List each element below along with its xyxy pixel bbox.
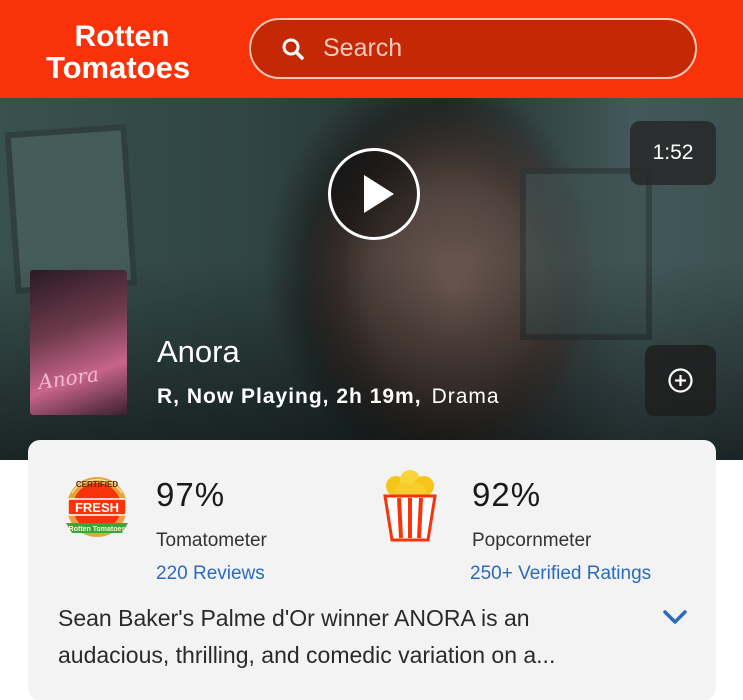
tomatometer-reviews-link[interactable]: 220 Reviews <box>156 563 265 585</box>
play-trailer-button[interactable] <box>328 148 420 240</box>
tomatometer-label: Tomatometer <box>156 530 267 551</box>
certified-fresh-icon: CERTIFIED FRESH Rotten Tomatoes <box>66 477 128 537</box>
search-input[interactable] <box>323 34 663 63</box>
movie-genre[interactable]: Drama <box>432 385 500 408</box>
movie-poster[interactable]: Anora <box>30 270 127 415</box>
add-circle-icon <box>668 368 693 393</box>
movie-meta: R, Now Playing, 2h 19m, Drama <box>157 385 500 409</box>
movie-title: Anora <box>157 334 240 369</box>
trailer-duration: 1:52 <box>630 121 716 185</box>
synopsis-line: audacious, thrilling, and comedic variat… <box>58 642 556 668</box>
search-icon <box>282 38 304 60</box>
svg-text:FRESH: FRESH <box>75 500 119 515</box>
tomatometer-score: 97% <box>156 476 226 513</box>
svg-text:CERTIFIED: CERTIFIED <box>76 480 118 489</box>
popcornmeter-score: 92% <box>472 476 542 513</box>
search-bar[interactable] <box>249 18 697 79</box>
add-to-watchlist-button[interactable] <box>645 345 716 416</box>
svg-text:Rotten Tomatoes: Rotten Tomatoes <box>69 526 126 533</box>
popcorn-bucket-icon <box>383 470 437 542</box>
movie-rating-status-runtime: R, Now Playing, 2h 19m, <box>157 385 422 408</box>
play-icon <box>364 175 394 213</box>
popcornmeter-label: Popcornmeter <box>472 530 592 551</box>
svg-text:Tomatoes: Tomatoes <box>46 50 190 82</box>
synopsis-line: Sean Baker's Palme d'Or winner ANORA is … <box>58 605 530 631</box>
svg-text:Rotten: Rotten <box>75 20 170 53</box>
top-header: Rotten Tomatoes <box>0 0 743 98</box>
popcornmeter-ratings-link[interactable]: 250+ Verified Ratings <box>470 563 651 585</box>
chevron-down-icon[interactable] <box>662 608 688 626</box>
poster-title: Anora <box>36 361 101 395</box>
synopsis-text[interactable]: Sean Baker's Palme d'Or winner ANORA is … <box>58 600 658 674</box>
rotten-tomatoes-logo[interactable]: Rotten Tomatoes <box>22 18 222 82</box>
